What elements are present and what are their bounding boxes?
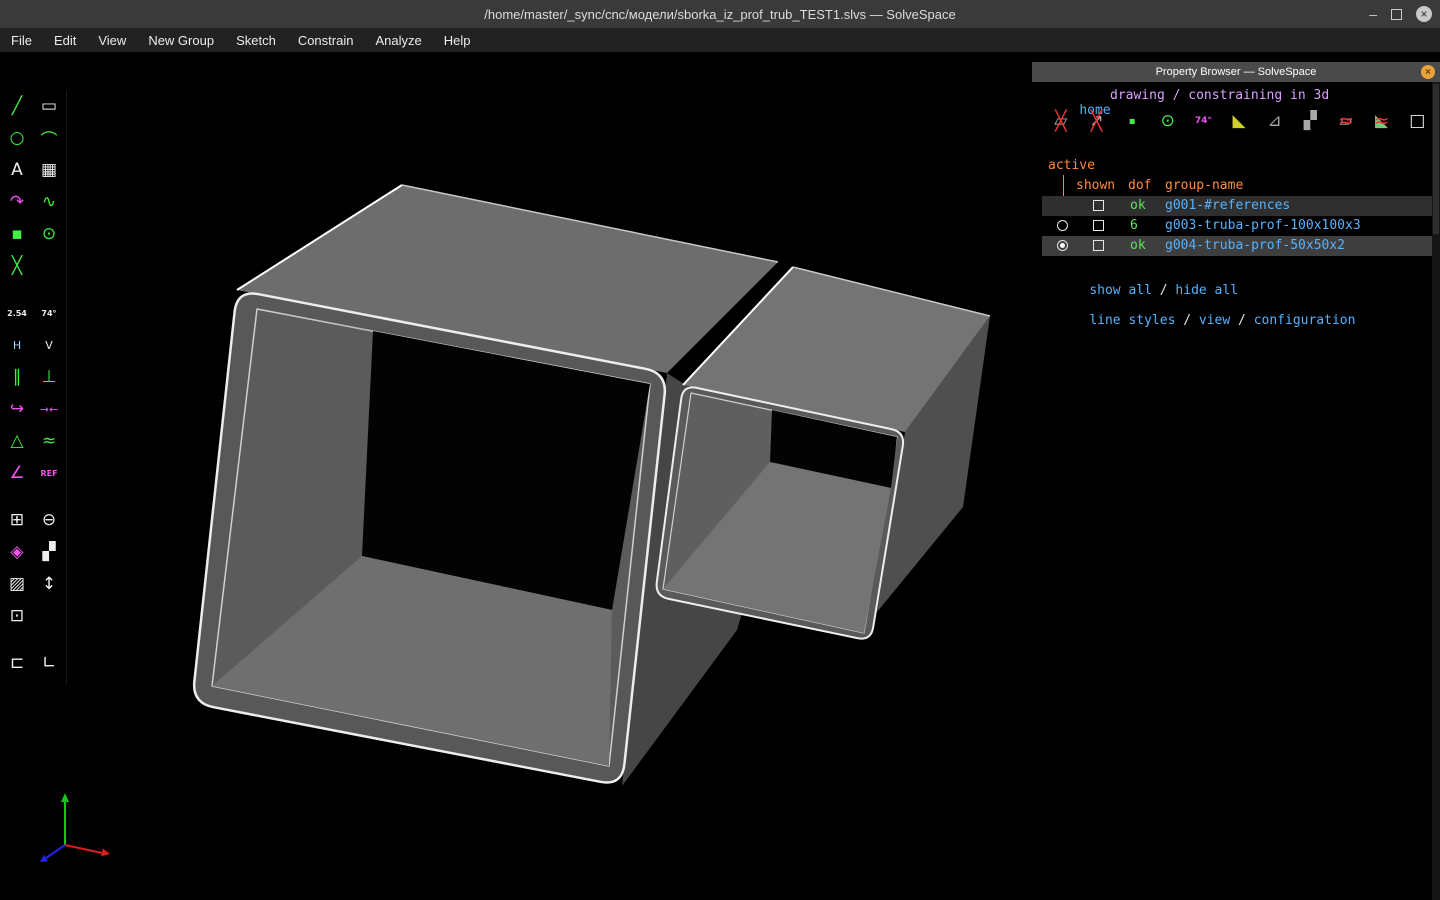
menu-help[interactable]: Help [433, 28, 482, 52]
step-translate-group-icon[interactable]: ▞ [33, 536, 65, 568]
circle-icon[interactable]: ○ [1, 122, 33, 154]
property-browser-close-button[interactable]: × [1421, 65, 1435, 79]
z-axis [45, 844, 66, 859]
active-section-label: active [1048, 158, 1095, 173]
dimensions-toggle-icon[interactable]: 74° [1191, 108, 1217, 134]
group-list: ok g001-#references 6 g003-truba-prof-10… [1032, 196, 1432, 256]
sketch-in-3d-icon[interactable]: ⊡ [1, 600, 33, 632]
sketch-toolbar: ╱ ▭ ○ ⌒ A ▦ ↷ ∿ ▪ ⊙ ╳ 2.54 74° H V ∥ ⊥ ↪… [1, 90, 67, 685]
angle-dimension-icon[interactable]: 74° [33, 297, 65, 329]
view-toggle-toolbar: ▱ ╳ ↗ ╳ ▪ ⊙ 74° ◣ ⊿ ▞ ▱ ≈ ◣ ≈ □ [1048, 108, 1432, 134]
group-row-g004[interactable]: ok g004-truba-prof-50x50x2 [1032, 236, 1432, 256]
line-styles-link[interactable]: line styles [1089, 313, 1175, 328]
show-all-link[interactable]: show all [1089, 283, 1152, 298]
shown-checkbox-g004[interactable] [1093, 240, 1104, 251]
split-curves-icon[interactable]: ╳ [1, 250, 33, 282]
text-icon[interactable]: A [1, 154, 33, 186]
tangent-arc-icon[interactable]: ↷ [1, 186, 33, 218]
same-curvature-constraint-icon[interactable]: ≈ [33, 425, 65, 457]
scrollbar-thumb[interactable] [1433, 84, 1439, 234]
occluded-toggle-icon[interactable]: □ [1404, 108, 1430, 134]
property-browser-window: Property Browser — SolveSpace × home dra… [1032, 62, 1440, 900]
property-browser-title: Property Browser — SolveSpace [1155, 66, 1317, 78]
active-radio-g003[interactable] [1057, 220, 1068, 231]
distance-dimension-icon[interactable]: 2.54 [1, 297, 33, 329]
axes-indicator [40, 793, 110, 862]
view-link[interactable]: view [1199, 313, 1230, 328]
hide-all-link[interactable]: hide all [1175, 283, 1238, 298]
group-list-header: shown dof group-name [1076, 178, 1244, 193]
menu-constrain[interactable]: Constrain [287, 28, 365, 52]
points-toggle-icon[interactable]: ▪ [1119, 108, 1145, 134]
workplanes-toggle-icon[interactable]: ▱ ╳ [1048, 108, 1074, 134]
minimize-button[interactable]: – [1369, 0, 1377, 28]
model-canvas[interactable] [0, 52, 1032, 900]
vertical-constraint-icon[interactable]: V [33, 329, 65, 361]
arc-icon[interactable]: ⌒ [33, 122, 65, 154]
symmetric-constraint-icon[interactable]: →← [33, 393, 65, 425]
perpendicular-constraint-icon[interactable]: ⊥ [33, 361, 65, 393]
settings-links: line styles / view / configuration [1089, 313, 1356, 328]
shown-checkbox-g003[interactable] [1093, 220, 1104, 231]
menu-bar: File Edit View New Group Sketch Constrai… [0, 28, 1440, 52]
menu-sketch[interactable]: Sketch [225, 28, 287, 52]
window-title: /home/master/_sync/cnc/модели/sborka_iz_… [484, 6, 956, 22]
extrude-group-icon[interactable]: ⊞ [1, 504, 33, 536]
shaded-toggle-icon[interactable]: ◣ [1226, 108, 1252, 134]
tangent-constraint-icon[interactable]: ↪ [1, 393, 33, 425]
menu-view[interactable]: View [87, 28, 137, 52]
lathe-group-icon[interactable]: ⊖ [33, 504, 65, 536]
horizontal-constraint-icon[interactable]: H [1, 329, 33, 361]
restore-button[interactable] [1391, 8, 1402, 20]
dof-value-g003: 6 [1130, 218, 1138, 233]
configuration-link[interactable]: configuration [1254, 313, 1356, 328]
revolve-group-icon[interactable]: ◈ [1, 536, 33, 568]
outlines-toggle-icon[interactable]: ▞ [1297, 108, 1323, 134]
menu-new-group[interactable]: New Group [137, 28, 225, 52]
close-button[interactable]: × [1416, 6, 1432, 22]
equal-constraint-icon[interactable]: △ [1, 425, 33, 457]
context-label: drawing / constraining in 3d [1110, 88, 1330, 103]
parallel-constraint-icon[interactable]: ∥ [1, 361, 33, 393]
y-axis-arrowhead [61, 793, 69, 802]
edges-toggle-icon[interactable]: ⊿ [1262, 108, 1288, 134]
cubic-bezier-icon[interactable]: ∿ [33, 186, 65, 218]
step-rotate-group-icon[interactable]: ▨ [1, 568, 33, 600]
group-row-g001[interactable]: ok g001-#references [1032, 196, 1432, 216]
x-axis [64, 844, 103, 854]
helix-group-icon[interactable]: ↕ [33, 568, 65, 600]
group-row-g003[interactable]: 6 g003-truba-prof-100x100x3 [1032, 216, 1432, 236]
group-link-g004[interactable]: g004-truba-prof-50x50x2 [1165, 236, 1345, 256]
property-browser-titlebar: Property Browser — SolveSpace × [1032, 62, 1440, 82]
mesh-toggle-icon[interactable]: ▱ ≈ [1333, 108, 1359, 134]
group-link-g001[interactable]: g001-#references [1165, 196, 1290, 216]
scrollbar[interactable] [1432, 82, 1440, 900]
menu-file[interactable]: File [0, 28, 43, 52]
group-link-g003[interactable]: g003-truba-prof-100x100x3 [1165, 216, 1361, 236]
menu-analyze[interactable]: Analyze [364, 28, 432, 52]
hidden-lines-toggle-icon[interactable]: ◣ ≈ [1369, 108, 1395, 134]
image-icon[interactable]: ▦ [33, 154, 65, 186]
shown-checkbox-g001[interactable] [1093, 200, 1104, 211]
dof-value-g004: ok [1130, 238, 1146, 253]
other-angle-constraint-icon[interactable]: ∠ [1, 457, 33, 489]
reference-constraint-icon[interactable]: REF [33, 457, 65, 489]
active-radio-g004[interactable] [1057, 240, 1068, 251]
construction-icon[interactable]: ⊙ [33, 218, 65, 250]
line-segment-icon[interactable]: ╱ [1, 90, 33, 122]
dof-value-g001: ok [1130, 198, 1146, 213]
normals-toggle-icon[interactable]: ↗ ╳ [1084, 108, 1110, 134]
x-axis-arrowhead [101, 848, 110, 857]
window-controls: – × [1369, 0, 1432, 28]
datum-point-icon[interactable]: ▪ [1, 218, 33, 250]
menu-edit[interactable]: Edit [43, 28, 87, 52]
constraints-toggle-icon[interactable]: ⊙ [1155, 108, 1181, 134]
rectangle-icon[interactable]: ▭ [33, 90, 65, 122]
window-titlebar: /home/master/_sync/cnc/модели/sborka_iz_… [0, 0, 1440, 28]
link-file-icon[interactable]: ⊏ [1, 647, 33, 679]
link-frame-icon[interactable]: ∟ [33, 647, 65, 679]
